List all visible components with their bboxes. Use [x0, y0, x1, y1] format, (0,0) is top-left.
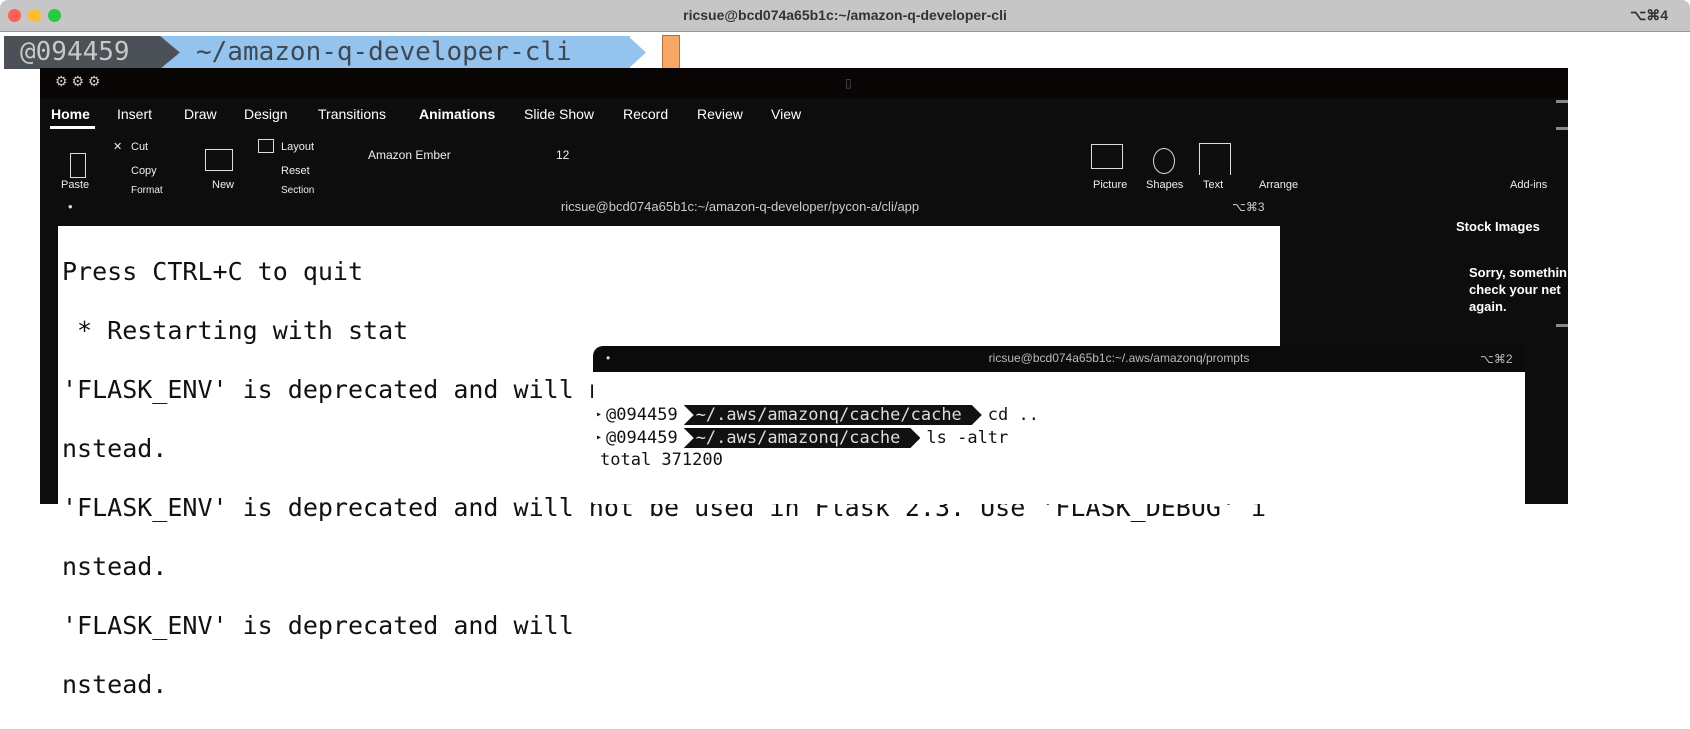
- picture-icon: [1091, 144, 1123, 169]
- tab-review[interactable]: Review: [697, 106, 743, 122]
- format-painter-button[interactable]: Format: [131, 185, 163, 196]
- cut-icon: ✕: [113, 141, 123, 153]
- powerpoint-titlebar: [40, 68, 1568, 98]
- add-ins-button[interactable]: Add-ins: [1510, 179, 1547, 191]
- active-tab-indicator: [50, 126, 95, 129]
- cut-button[interactable]: Cut: [131, 141, 148, 153]
- stock-images-error: Sorry, somethin check your net again.: [1469, 265, 1568, 314]
- command: ls -altr: [926, 428, 1009, 448]
- paste-button[interactable]: Paste: [61, 179, 89, 191]
- tab-home[interactable]: Home: [51, 106, 90, 122]
- prompt-host: @094459: [606, 405, 678, 425]
- terminal-cursor[interactable]: [662, 35, 680, 70]
- text-box-icon: [1199, 143, 1231, 175]
- output-line: Press CTRL+C to quit: [62, 256, 364, 286]
- tab-insert[interactable]: Insert: [117, 106, 152, 122]
- output-line: 'FLASK_ENV' is deprecated and will: [62, 610, 574, 640]
- font-name-select[interactable]: Amazon Ember: [368, 148, 451, 162]
- scrollbar-mark: [1556, 100, 1568, 103]
- tab-transitions[interactable]: Transitions: [318, 106, 386, 122]
- prompt-line: ▸ @094459 ~/.aws/amazonq/cache ls -altr: [596, 428, 1009, 448]
- terminal3-shortcut: ⌥⌘2: [1480, 352, 1513, 366]
- tab-record[interactable]: Record: [623, 106, 668, 122]
- arrange-button[interactable]: Arrange: [1259, 179, 1298, 191]
- output-line: nstead.: [62, 551, 168, 581]
- layout-icon: [258, 139, 274, 153]
- paste-icon: [70, 153, 86, 178]
- tab-design[interactable]: Design: [244, 106, 288, 122]
- prompt-path: ~/amazon-q-developer-cli: [160, 36, 630, 69]
- section-button[interactable]: Section: [281, 185, 314, 196]
- new-slide-button[interactable]: New: [212, 179, 234, 191]
- layout-button[interactable]: Layout: [281, 141, 314, 153]
- window-shortcut: ⌥⌘4: [1630, 7, 1668, 23]
- reset-button[interactable]: Reset: [281, 165, 310, 177]
- prompt-line: ▸ @094459 ~/.aws/amazonq/cache/cache cd .…: [596, 405, 1039, 425]
- prompt-path: ~/.aws/amazonq/cache/cache: [684, 405, 982, 425]
- font-size-select[interactable]: 12: [556, 148, 569, 162]
- tab-slide-show[interactable]: Slide Show: [524, 106, 594, 122]
- prompt-separator: [628, 36, 646, 69]
- stock-images-title: Stock Images: [1456, 219, 1540, 234]
- scrollbar-mark: [1556, 127, 1568, 130]
- output-line: nstead.: [62, 669, 168, 699]
- output-line: total 371200: [600, 450, 723, 470]
- picture-button[interactable]: Picture: [1093, 179, 1127, 191]
- scrollbar-mark: [1556, 324, 1568, 327]
- tab-draw[interactable]: Draw: [184, 106, 217, 122]
- text-button[interactable]: Text: [1203, 179, 1223, 191]
- terminal3-title: ricsue@bcd074a65b1c:~/.aws/amazonq/promp…: [988, 351, 1250, 365]
- new-slide-icon: [205, 149, 233, 171]
- tab-view[interactable]: View: [771, 106, 801, 122]
- terminal2-title: ricsue@bcd074a65b1c:~/amazon-q-developer…: [560, 199, 920, 214]
- output-line: * Restarting with stat: [62, 315, 409, 345]
- window-title: ricsue@bcd074a65b1c:~/amazon-q-developer…: [683, 7, 1007, 23]
- shapes-button[interactable]: Shapes: [1146, 179, 1183, 191]
- terminal2-shortcut: ⌥⌘3: [1232, 200, 1265, 214]
- background-strip: [1568, 68, 1690, 504]
- prompt-host: @094459: [606, 428, 678, 448]
- prompt-host: @094459: [4, 36, 164, 69]
- command: cd ..: [987, 405, 1039, 425]
- document-title: ▯: [845, 76, 852, 90]
- quick-access-icons: ⚙ ⚙ ⚙: [55, 73, 101, 89]
- copy-button[interactable]: Copy: [131, 165, 157, 177]
- shapes-icon: [1153, 148, 1175, 174]
- prompt-path: ~/.aws/amazonq/cache: [684, 428, 921, 448]
- tab-animations[interactable]: Animations: [419, 106, 495, 122]
